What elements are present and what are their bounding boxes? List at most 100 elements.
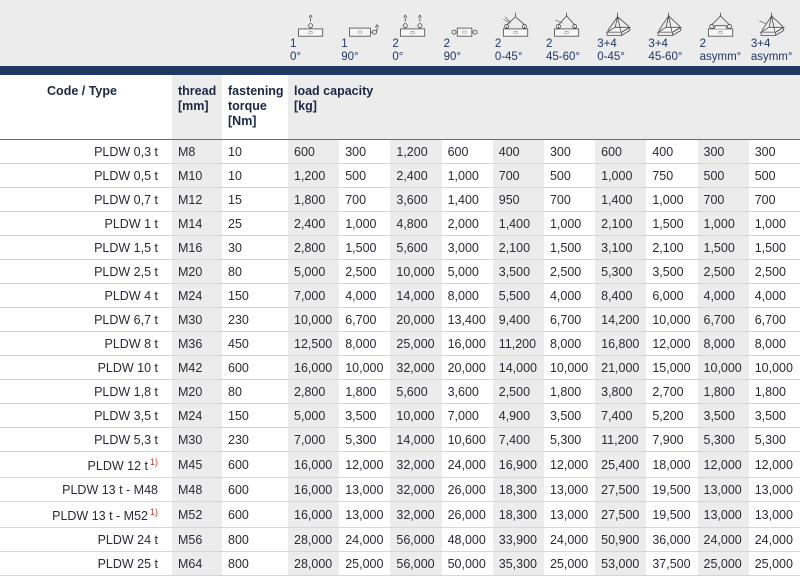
cell-load-capacity-9: 1,800 (698, 380, 749, 404)
cell-fastening-torque: 25 (222, 212, 288, 236)
cell-load-capacity-10: 12,000 (749, 452, 800, 478)
table-row: PLDW 1,8 tM20802,8001,8005,6003,6002,500… (0, 380, 800, 404)
cell-load-capacity-3: 20,000 (390, 308, 441, 332)
table-row: PLDW 13 t - M48M4860016,00013,00032,0002… (0, 478, 800, 502)
pictogram-column-1: 10° (288, 0, 339, 66)
cell-load-capacity-6: 4,000 (544, 284, 595, 308)
cell-load-capacity-10: 300 (749, 140, 800, 164)
cell-thread: M14 (172, 212, 222, 236)
cell-load-capacity-5: 2,500 (493, 380, 544, 404)
cell-load-capacity-10: 13,000 (749, 502, 800, 528)
code-type-label: PLDW 8 t (105, 337, 159, 351)
header-load-label: load capacity (294, 84, 794, 99)
cell-load-capacity-8: 5,200 (646, 404, 697, 428)
table-row: PLDW 0,7 tM12151,8007003,6001,4009507001… (0, 188, 800, 212)
cell-code-type: PLDW 4 t (0, 284, 172, 308)
cell-load-capacity-2: 25,000 (339, 552, 390, 576)
sling-2-leg-asymmetric-icon (700, 3, 746, 37)
cell-fastening-torque: 80 (222, 260, 288, 284)
pictogram-angle: 0-45° (597, 51, 625, 64)
pictogram-angle: 90° (444, 51, 461, 64)
cell-load-capacity-1: 1,800 (288, 188, 339, 212)
code-type-label: PLDW 0,7 t (94, 193, 158, 207)
cell-load-capacity-5: 5,500 (493, 284, 544, 308)
cell-thread: M24 (172, 284, 222, 308)
cell-load-capacity-9: 700 (698, 188, 749, 212)
cell-load-capacity-6: 300 (544, 140, 595, 164)
cell-load-capacity-9: 13,000 (698, 478, 749, 502)
cell-load-capacity-6: 2,500 (544, 260, 595, 284)
cell-code-type: PLDW 2,5 t (0, 260, 172, 284)
cell-load-capacity-7: 3,800 (595, 380, 646, 404)
sling-1-leg-horizontal-icon (341, 3, 387, 37)
cell-fastening-torque: 800 (222, 528, 288, 552)
cell-load-capacity-10: 3,500 (749, 404, 800, 428)
cell-load-capacity-7: 53,000 (595, 552, 646, 576)
cell-fastening-torque: 150 (222, 404, 288, 428)
cell-load-capacity-9: 1,500 (698, 236, 749, 260)
sling-3-4-leg-asymmetric-icon (751, 3, 797, 37)
cell-load-capacity-7: 50,900 (595, 528, 646, 552)
pictogram-column-7: 3+40-45° (595, 0, 646, 66)
cell-load-capacity-7: 16,800 (595, 332, 646, 356)
cell-load-capacity-4: 24,000 (442, 452, 493, 478)
cell-load-capacity-2: 8,000 (339, 332, 390, 356)
cell-fastening-torque: 600 (222, 452, 288, 478)
cell-load-capacity-3: 5,600 (390, 380, 441, 404)
cell-load-capacity-7: 1,400 (595, 188, 646, 212)
pictogram-angle: 0° (290, 51, 301, 64)
cell-load-capacity-7: 11,200 (595, 428, 646, 452)
cell-load-capacity-1: 7,000 (288, 284, 339, 308)
cell-load-capacity-6: 10,000 (544, 356, 595, 380)
cell-load-capacity-1: 16,000 (288, 356, 339, 380)
cell-load-capacity-3: 2,400 (390, 164, 441, 188)
cell-load-capacity-3: 56,000 (390, 552, 441, 576)
sling-1-leg-vertical-icon (290, 3, 336, 37)
cell-load-capacity-10: 10,000 (749, 356, 800, 380)
cell-code-type: PLDW 10 t (0, 356, 172, 380)
cell-load-capacity-6: 5,300 (544, 428, 595, 452)
cell-load-capacity-4: 48,000 (442, 528, 493, 552)
cell-load-capacity-3: 32,000 (390, 356, 441, 380)
code-type-label: PLDW 12 t (88, 459, 148, 473)
cell-load-capacity-7: 25,400 (595, 452, 646, 478)
cell-load-capacity-6: 1,800 (544, 380, 595, 404)
code-type-label: PLDW 0,3 t (94, 145, 158, 159)
pictogram-columns: 10°190°20°290°20-45°245-60°3+40-45°3+445… (288, 0, 800, 66)
cell-load-capacity-9: 25,000 (698, 552, 749, 576)
cell-code-type: PLDW 13 t - M521) (0, 502, 172, 528)
cell-load-capacity-1: 16,000 (288, 502, 339, 528)
pictogram-leg-count: 2 (546, 38, 552, 51)
cell-load-capacity-8: 2,100 (646, 236, 697, 260)
cell-load-capacity-2: 500 (339, 164, 390, 188)
cell-load-capacity-5: 11,200 (493, 332, 544, 356)
cell-load-capacity-5: 700 (493, 164, 544, 188)
cell-load-capacity-9: 1,000 (698, 212, 749, 236)
cell-load-capacity-4: 16,000 (442, 332, 493, 356)
cell-load-capacity-9: 3,500 (698, 404, 749, 428)
cell-load-capacity-2: 13,000 (339, 502, 390, 528)
cell-thread: M20 (172, 260, 222, 284)
cell-thread: M10 (172, 164, 222, 188)
pictogram-leg-count: 3+4 (648, 38, 668, 51)
cell-load-capacity-2: 3,500 (339, 404, 390, 428)
cell-load-capacity-8: 7,900 (646, 428, 697, 452)
cell-load-capacity-5: 33,900 (493, 528, 544, 552)
cell-load-capacity-10: 2,500 (749, 260, 800, 284)
cell-load-capacity-8: 750 (646, 164, 697, 188)
cell-load-capacity-3: 1,200 (390, 140, 441, 164)
cell-load-capacity-10: 25,000 (749, 552, 800, 576)
cell-load-capacity-4: 13,400 (442, 308, 493, 332)
cell-load-capacity-8: 2,700 (646, 380, 697, 404)
cell-load-capacity-4: 20,000 (442, 356, 493, 380)
cell-thread: M20 (172, 380, 222, 404)
pictogram-leg-count: 3+4 (751, 38, 771, 51)
pictogram-leg-count: 2 (495, 38, 501, 51)
code-type-label: PLDW 3,5 t (94, 409, 158, 423)
cell-load-capacity-3: 3,600 (390, 188, 441, 212)
pictogram-column-6: 245-60° (544, 0, 595, 66)
cell-thread: M24 (172, 404, 222, 428)
cell-fastening-torque: 15 (222, 188, 288, 212)
cell-load-capacity-10: 6,700 (749, 308, 800, 332)
cell-fastening-torque: 800 (222, 552, 288, 576)
